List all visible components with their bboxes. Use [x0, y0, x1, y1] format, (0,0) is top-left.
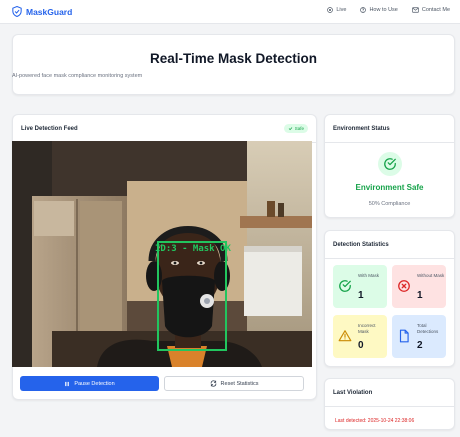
last-violation-card: Last Violation Last detected: 2025-10-24… — [324, 378, 455, 430]
reset-statistics-button[interactable]: Reset Statistics — [164, 376, 304, 391]
webcam-frame: ID:3 - Mask OK — [12, 141, 312, 367]
stat-value: 1 — [358, 290, 364, 301]
stat-label: Without Mask — [417, 273, 445, 278]
compliance-rate: 50% Compliance — [368, 201, 411, 207]
last-violation-header: Last Violation — [325, 379, 454, 407]
status-badge: Safe — [283, 124, 308, 133]
detection-label: ID:3 - Mask OK — [155, 244, 231, 254]
check-circle-icon — [339, 280, 351, 292]
top-navbar: MaskGuard Live How to Use Contact Me — [0, 0, 460, 24]
stat-tile-with-mask: With Mask 1 — [333, 265, 387, 308]
stat-value: 0 — [358, 340, 364, 351]
reset-statistics-label: Reset Statistics — [220, 380, 259, 387]
shield-check-icon — [12, 6, 22, 17]
status-badge-label: Safe — [294, 126, 304, 131]
stat-value: 2 — [417, 340, 423, 351]
brand-name: MaskGuard — [26, 6, 73, 17]
stat-label: Total Detections — [417, 323, 439, 334]
environment-status-title: Environment Status — [333, 126, 390, 132]
last-violation-title: Last Violation — [333, 390, 373, 396]
warning-triangle-icon — [338, 330, 352, 342]
nav-link-contact[interactable]: Contact Me — [412, 7, 450, 13]
nav-link-how-to-use[interactable]: How to Use — [360, 7, 398, 13]
mail-icon — [412, 7, 419, 13]
check-circle-icon — [384, 158, 396, 170]
pause-detection-button[interactable]: Pause Detection — [20, 376, 159, 391]
x-circle-icon — [398, 280, 410, 292]
refresh-icon — [210, 380, 216, 387]
help-circle-icon — [360, 7, 367, 13]
detection-statistics-header: Detection Statistics — [325, 231, 454, 259]
live-feed-title: Live Detection Feed — [21, 126, 78, 132]
stat-label: With Mask — [358, 273, 380, 278]
detection-statistics-title: Detection Statistics — [333, 242, 389, 248]
stat-label: Incorrect Mask — [358, 323, 376, 334]
nav-link-live[interactable]: Live — [327, 7, 346, 13]
stat-value: 1 — [417, 290, 423, 301]
nav-link-live-label: Live — [336, 7, 347, 13]
environment-safe-icon — [378, 152, 402, 176]
stat-tile-total-detections: Total Detections 2 — [392, 315, 446, 358]
check-icon — [288, 127, 292, 131]
document-icon — [399, 329, 409, 343]
live-record-icon — [327, 7, 334, 13]
environment-status-text: Environment Safe — [355, 183, 424, 192]
video-feed[interactable]: ID:3 - Mask OK — [12, 141, 312, 367]
stat-tile-incorrect-mask: Incorrect Mask 0 — [333, 315, 387, 358]
nav-link-how-to-use-label: How to Use — [369, 7, 398, 13]
page-title: Real-Time Mask Detection — [149, 51, 318, 66]
live-feed-header: Live Detection Feed Safe — [13, 115, 316, 143]
environment-status-header: Environment Status — [325, 115, 454, 143]
pause-detection-label: Pause Detection — [74, 380, 115, 387]
page-subtitle: AI-powered face mask compliance monitori… — [12, 73, 143, 79]
brand[interactable]: MaskGuard — [12, 6, 72, 17]
nav-link-contact-label: Contact Me — [421, 7, 450, 13]
last-violation-text: Last detected: 2025-10-24 22:38:06 — [335, 418, 415, 424]
pause-icon — [65, 381, 70, 386]
stat-tile-without-mask: Without Mask 1 — [392, 265, 446, 308]
